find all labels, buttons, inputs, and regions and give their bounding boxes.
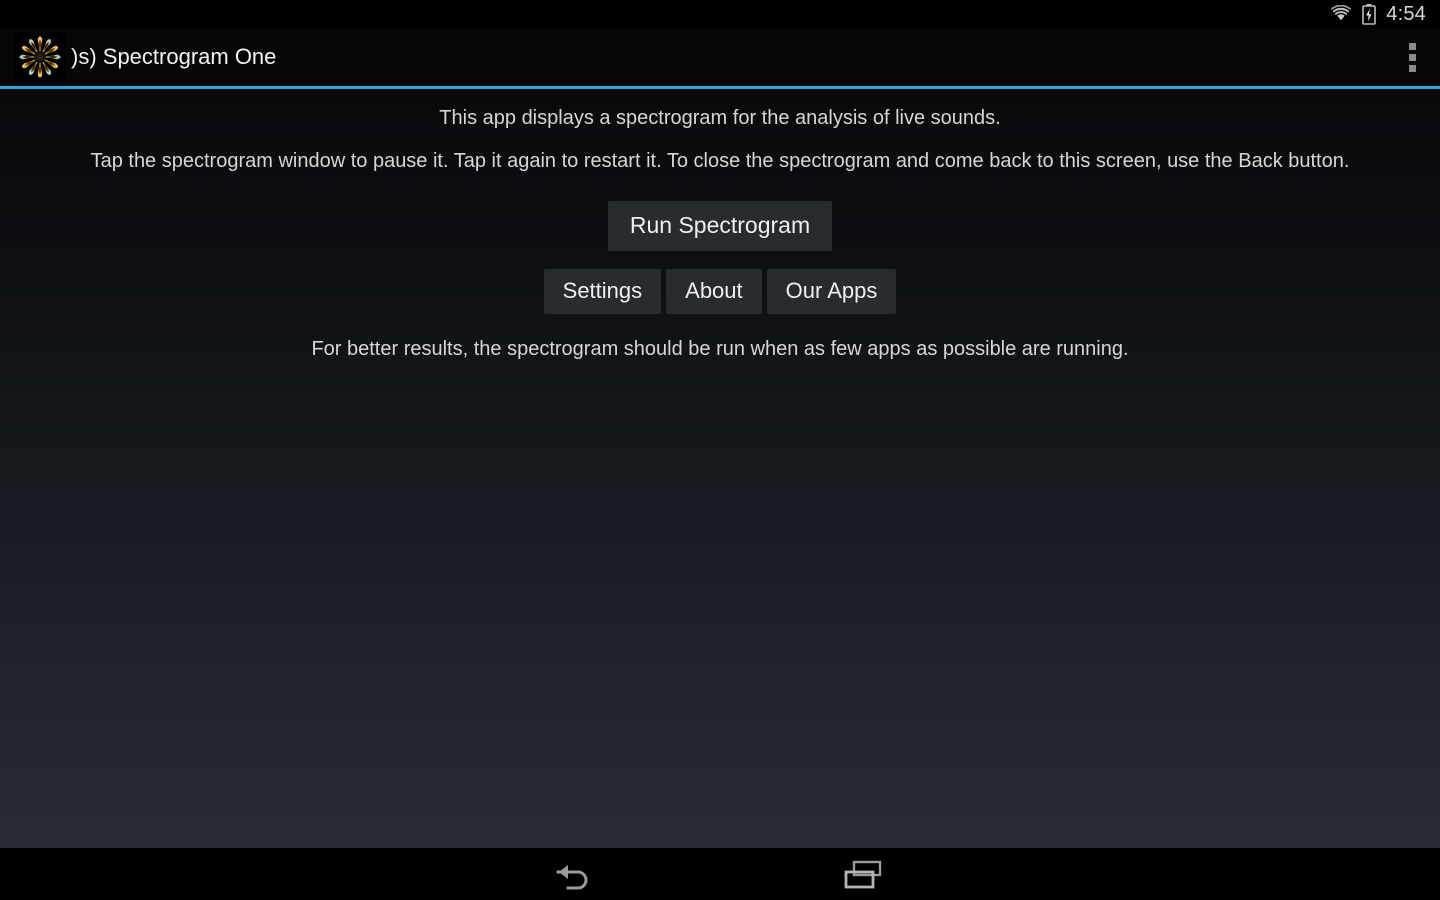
overflow-dot: [1408, 53, 1416, 61]
wifi-icon: [1330, 5, 1352, 23]
about-button[interactable]: About: [666, 269, 762, 314]
our-apps-button[interactable]: Our Apps: [766, 269, 897, 314]
back-arrow-icon[interactable]: [548, 854, 600, 899]
app-title: )s) Spectrogram One: [71, 44, 277, 69]
battery-charging-icon: [1362, 3, 1377, 25]
status-bar: 4:54: [0, 0, 1440, 28]
settings-button[interactable]: Settings: [543, 269, 662, 314]
secondary-button-row: Settings About Our Apps: [543, 269, 897, 314]
status-clock: 4:54: [1386, 2, 1426, 25]
description-line-3: For better results, the spectrogram shou…: [311, 338, 1129, 360]
overflow-dot: [1408, 42, 1416, 50]
overflow-menu-icon[interactable]: [1384, 28, 1440, 86]
description-line-1: This app displays a spectrogram for the …: [439, 107, 1001, 129]
spectrogram-burst-icon: [15, 32, 65, 82]
main-content: This app displays a spectrogram for the …: [0, 89, 1440, 848]
run-spectrogram-button[interactable]: Run Spectrogram: [607, 201, 833, 251]
action-bar: )s) Spectrogram One: [0, 28, 1440, 86]
recents-icon[interactable]: [840, 854, 892, 899]
overflow-dot: [1408, 64, 1416, 72]
navigation-bar: [0, 848, 1440, 900]
description-line-2: Tap the spectrogram window to pause it. …: [90, 150, 1350, 172]
